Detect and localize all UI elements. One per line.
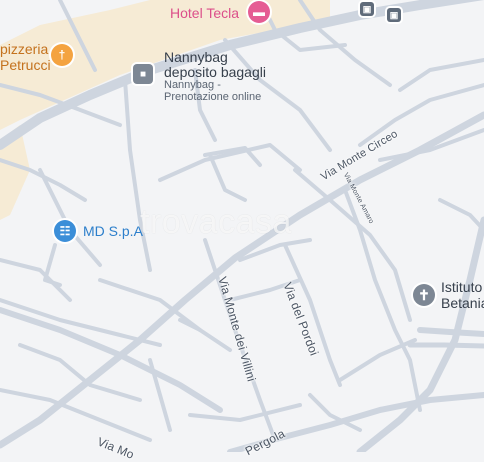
square-marker-icon[interactable]: ■ xyxy=(133,64,153,84)
hotel-name[interactable]: Hotel Tecla xyxy=(170,6,239,21)
istituto-name-line2[interactable]: Betania xyxy=(441,296,484,311)
shopping-cart-icon[interactable]: ☷ xyxy=(54,220,76,242)
nannybag-title-line2[interactable]: deposito bagagli xyxy=(164,65,266,80)
istituto-name-line1[interactable]: Istituto xyxy=(441,280,482,295)
cross-icon[interactable]: ✝ xyxy=(413,284,435,306)
watermark: trovacasa xyxy=(140,203,292,241)
bus-icon[interactable]: ▣ xyxy=(360,2,374,16)
nannybag-subtitle-line2: Prenotazione online xyxy=(164,91,262,103)
nannybag-title-line1[interactable]: Nannybag xyxy=(164,50,228,65)
bus-icon[interactable]: ▣ xyxy=(387,8,401,22)
nannybag-subtitle-line1: Nannybag - xyxy=(164,79,221,91)
md-name[interactable]: MD S.p.A xyxy=(83,224,143,239)
fork-knife-icon[interactable]: † xyxy=(51,44,73,66)
pizzeria-name-line1[interactable]: pizzeria xyxy=(0,42,48,57)
pizzeria-name-line2[interactable]: Petrucci xyxy=(0,58,51,73)
bed-icon[interactable]: ▬ xyxy=(248,1,270,23)
